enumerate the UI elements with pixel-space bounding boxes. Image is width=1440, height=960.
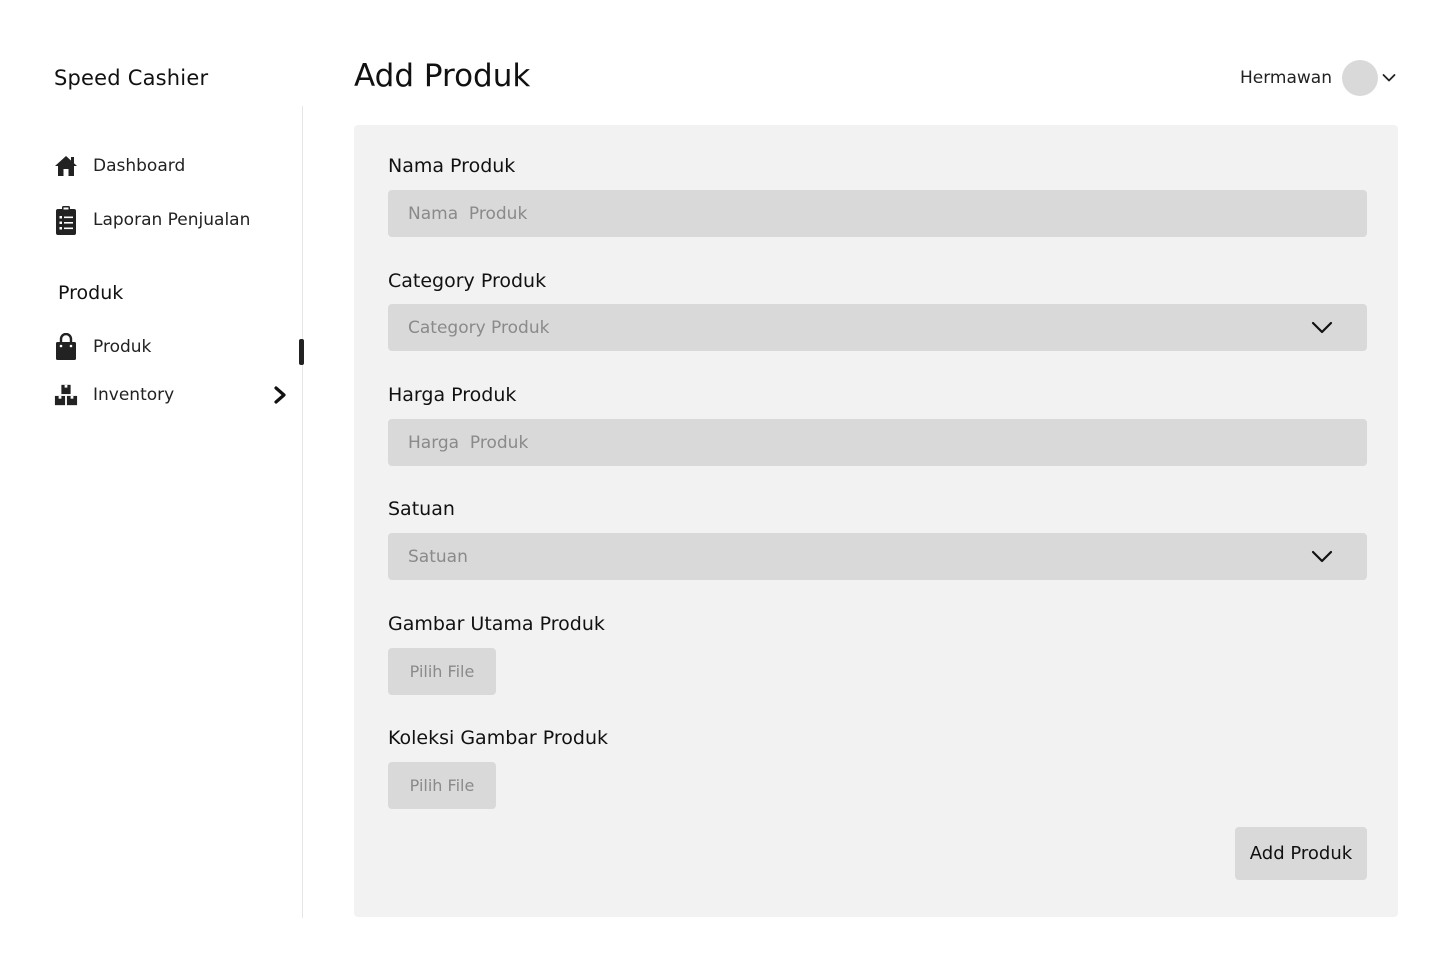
koleksi-gambar-label: Koleksi Gambar Produk — [388, 727, 609, 749]
chevron-down-icon[interactable] — [1382, 70, 1398, 86]
boxes-icon — [54, 381, 78, 409]
add-product-form: Nama Produk Category Produk Category Pro… — [354, 125, 1398, 917]
harga-produk-input[interactable] — [388, 419, 1367, 466]
category-produk-placeholder: Category Produk — [408, 317, 550, 338]
home-icon — [54, 152, 78, 180]
sidebar-item-dashboard[interactable]: Dashboard — [54, 152, 185, 180]
user-name: Hermawan — [1239, 68, 1332, 88]
sidebar-item-label: Inventory — [93, 385, 175, 405]
sidebar-item-laporan-penjualan[interactable]: Laporan Penjualan — [54, 206, 251, 235]
category-produk-select[interactable]: Category Produk — [388, 304, 1367, 351]
chevron-down-icon — [1311, 545, 1333, 567]
satuan-label: Satuan — [388, 498, 455, 520]
nama-produk-input[interactable] — [388, 190, 1367, 237]
chevron-down-icon — [1311, 316, 1333, 338]
sidebar-item-label: Produk — [93, 337, 152, 357]
page-title: Add Produk — [354, 58, 531, 94]
harga-produk-label: Harga Produk — [388, 384, 517, 406]
add-produk-button[interactable]: Add Produk — [1235, 827, 1367, 880]
shopping-bag-icon — [54, 333, 78, 361]
clipboard-list-icon — [54, 206, 78, 235]
user-menu[interactable]: Hermawan — [1240, 60, 1398, 96]
satuan-select[interactable]: Satuan — [388, 533, 1367, 580]
app-title: Speed Cashier — [54, 66, 209, 90]
satuan-placeholder: Satuan — [408, 546, 468, 567]
active-nav-indicator — [299, 339, 304, 365]
sidebar-divider — [302, 106, 303, 918]
koleksi-gambar-file-button[interactable]: Pilih File — [388, 762, 496, 809]
gambar-utama-file-button[interactable]: Pilih File — [388, 648, 496, 695]
nama-produk-label: Nama Produk — [388, 155, 516, 177]
sidebar-item-label: Laporan Penjualan — [93, 210, 251, 230]
sidebar-item-label: Dashboard — [93, 156, 186, 176]
chevron-right-icon[interactable] — [271, 385, 289, 405]
sidebar-section-produk: Produk — [58, 282, 124, 304]
sidebar-item-inventory[interactable]: Inventory — [54, 381, 174, 409]
sidebar-item-produk[interactable]: Produk — [54, 333, 151, 361]
category-produk-label: Category Produk — [388, 270, 547, 292]
gambar-utama-label: Gambar Utama Produk — [388, 613, 605, 635]
avatar[interactable] — [1342, 60, 1378, 96]
